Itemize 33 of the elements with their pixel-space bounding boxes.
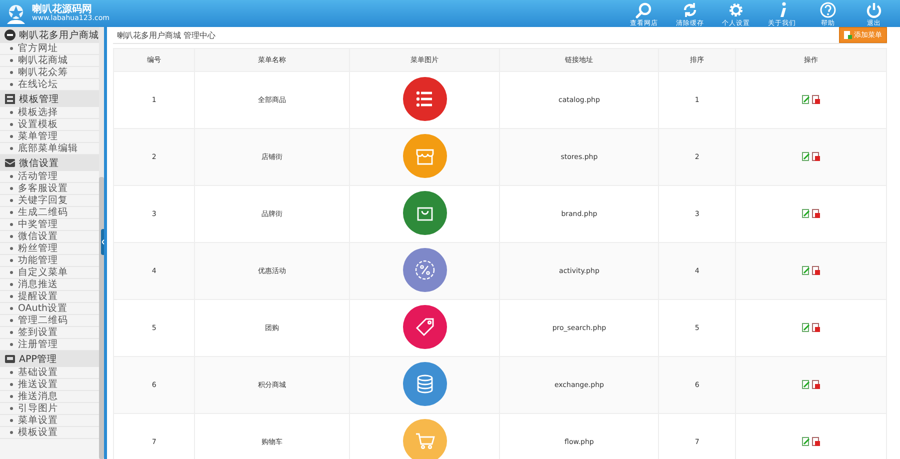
edit-icon[interactable] (802, 266, 810, 274)
group-icon (4, 29, 16, 41)
sidebar-group[interactable]: 喇叭花多用户商城 (0, 27, 99, 43)
edit-icon[interactable] (802, 436, 810, 446)
power-icon (865, 0, 883, 19)
settings-icon (727, 0, 745, 19)
group-icon (4, 93, 16, 105)
sidebar-group[interactable]: 模板管理 (0, 91, 99, 107)
delete-icon[interactable] (812, 94, 820, 104)
delete-icon[interactable] (812, 380, 820, 388)
sidebar-group[interactable]: 微信设置 (0, 155, 99, 171)
group-icon (4, 353, 16, 365)
refresh-icon (681, 0, 699, 19)
delete-icon[interactable] (812, 436, 820, 446)
info-icon (778, 0, 786, 19)
breadcrumb: 喇叭花多用户商城 管理中心 (116, 30, 216, 40)
edit-icon[interactable] (802, 152, 810, 160)
delete-icon[interactable] (812, 266, 820, 274)
add-icon (844, 31, 852, 39)
edit-icon[interactable] (802, 94, 810, 104)
help-icon (819, 0, 837, 19)
delete-icon[interactable] (812, 322, 820, 332)
search-icon (635, 0, 653, 19)
edit-icon[interactable] (802, 322, 810, 332)
edit-icon[interactable] (802, 208, 810, 218)
scrollbar[interactable] (99, 27, 104, 459)
logo-icon (4, 2, 28, 24)
group-icon (4, 157, 16, 169)
edit-icon[interactable] (802, 380, 810, 388)
logo-title: 喇叭花源码网 (32, 5, 92, 15)
delete-icon[interactable] (812, 152, 820, 160)
delete-icon[interactable] (812, 208, 820, 218)
sidebar-group[interactable]: APP管理 (0, 351, 99, 367)
